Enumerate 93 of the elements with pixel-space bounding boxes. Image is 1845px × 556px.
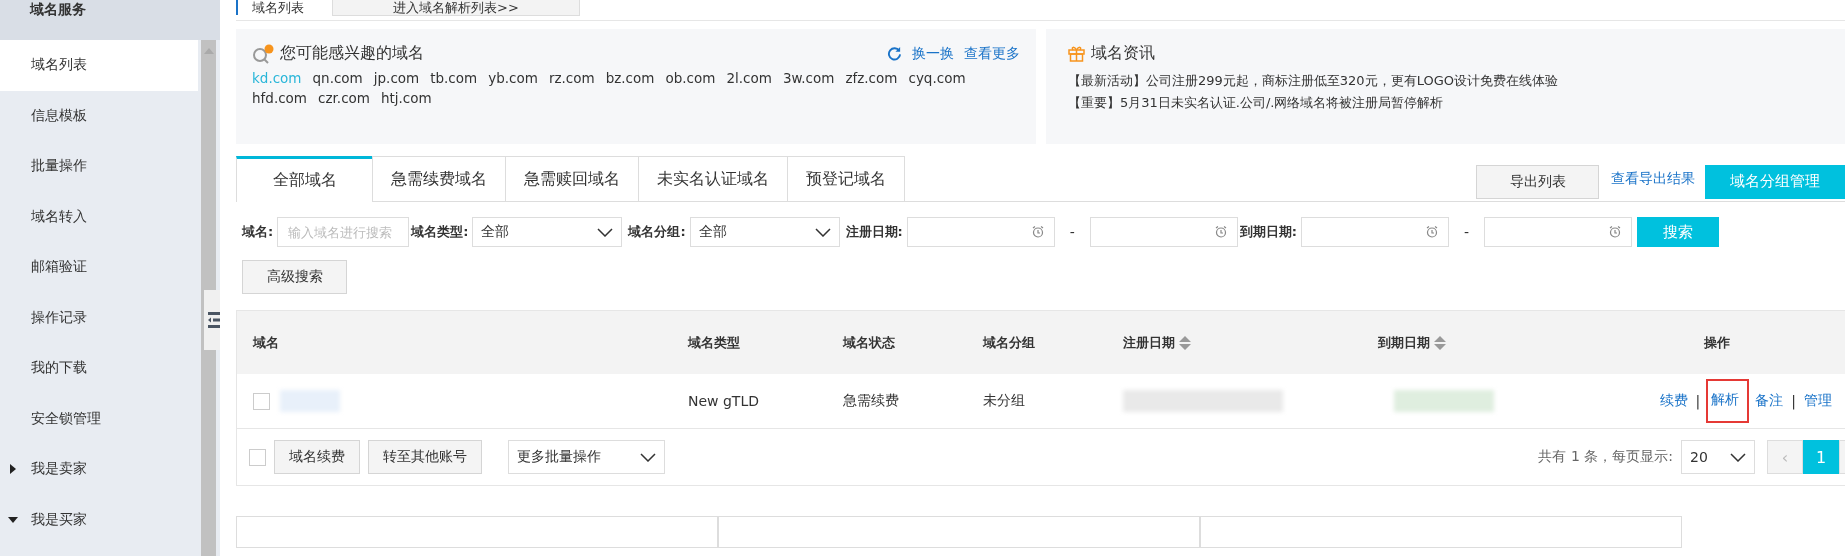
sidebar-item[interactable]: 操作记录 xyxy=(0,292,198,343)
domain-link[interactable]: 2l.com xyxy=(726,70,772,86)
action-separator: | xyxy=(1791,393,1796,409)
refresh-link[interactable]: 换一换 xyxy=(912,44,954,63)
news-item[interactable]: 【重要】5月31日未实名认证.公司/.网络域名将被注册局暂停解析 xyxy=(1068,92,1829,114)
sort-icon xyxy=(1179,334,1191,351)
tab[interactable]: 全部域名 xyxy=(236,156,373,202)
domain-link[interactable]: 3w.com xyxy=(782,70,835,86)
group-select[interactable]: 全部 xyxy=(689,217,840,247)
row-checkbox[interactable] xyxy=(253,392,270,410)
column-header[interactable]: 注册日期 xyxy=(1123,333,1191,352)
column-header: 域名状态 xyxy=(843,333,895,352)
batch-button[interactable]: 域名续费 xyxy=(274,440,360,474)
domain-link[interactable]: qn.com xyxy=(312,70,363,86)
domain-link[interactable]: bz.com xyxy=(605,70,655,86)
column-header: 域名分组 xyxy=(983,333,1035,352)
sidebar-item[interactable]: 批量操作 xyxy=(0,141,198,192)
page-tab[interactable]: 域名列表 xyxy=(236,0,318,15)
action-separator: | xyxy=(1695,393,1701,409)
action-link[interactable]: 管理 xyxy=(1804,392,1832,410)
sidebar-item[interactable]: 安全锁管理 xyxy=(0,393,198,444)
domain-link[interactable]: hfd.com xyxy=(252,90,307,106)
domain-link[interactable]: jp.com xyxy=(373,70,420,86)
column-header: 操作 xyxy=(1704,333,1730,352)
date-field[interactable] xyxy=(1089,217,1238,247)
news-item[interactable]: 【最新活动】公司注册299元起，商标注册低至320元，更有LOGO设计免费在线体验 xyxy=(1068,70,1829,92)
domain-link[interactable]: htj.com xyxy=(380,90,432,106)
table-cell: 未分组 xyxy=(983,392,1025,410)
filter-label: 域名类型: xyxy=(411,223,469,241)
sidebar-item[interactable]: 我的下载 xyxy=(0,343,198,394)
domain-link[interactable]: cyq.com xyxy=(908,70,966,86)
chevron-down-icon xyxy=(597,227,614,237)
action-link[interactable]: 备注 xyxy=(1755,392,1784,410)
sidebar-item[interactable]: 域名转入 xyxy=(0,191,198,242)
chevron-down-icon xyxy=(1730,452,1746,462)
scrollbar[interactable] xyxy=(201,40,216,556)
sidebar-group[interactable]: 我是卖家 xyxy=(0,444,198,495)
search-icon xyxy=(252,43,274,64)
domain-link[interactable]: zfz.com xyxy=(845,70,898,86)
more-link[interactable]: 查看更多 xyxy=(964,44,1020,63)
column-header: 域名 xyxy=(253,333,279,352)
sidebar-group[interactable]: 我是买家 xyxy=(0,494,198,545)
domain-link[interactable]: tb.com xyxy=(430,70,478,86)
tab[interactable]: 预登记域名 xyxy=(787,156,905,201)
refresh-icon[interactable] xyxy=(887,46,902,61)
sidebar-item[interactable]: 信息模板 xyxy=(0,90,198,141)
advanced-search-button[interactable]: 高级搜索 xyxy=(242,260,347,294)
domain-link[interactable]: czr.com xyxy=(318,90,370,106)
column-header[interactable]: 到期日期 xyxy=(1378,333,1446,352)
type-select[interactable]: 全部 xyxy=(472,217,623,247)
caret-right-icon xyxy=(8,464,18,475)
clock-icon xyxy=(1609,226,1621,238)
chevron-down-icon xyxy=(814,227,831,237)
batch-button[interactable]: 转至其他账号 xyxy=(368,440,482,474)
export-button[interactable]: 导出列表 xyxy=(1476,164,1599,199)
clock-icon xyxy=(1031,226,1044,238)
page-tab[interactable]: 进入域名解析列表>> xyxy=(332,0,580,16)
collapse-icon xyxy=(208,312,220,328)
date-field[interactable] xyxy=(906,217,1055,247)
action-link[interactable]: 续费 xyxy=(1659,392,1688,410)
batch-select[interactable]: 更多批量操作 xyxy=(508,440,665,474)
sidebar-item[interactable]: 域名列表 xyxy=(0,40,198,91)
filter-label: 域名: xyxy=(242,223,274,241)
sidebar-item[interactable]: 邮箱验证 xyxy=(0,242,198,293)
caret-down-icon xyxy=(8,514,18,525)
domain-link[interactable]: ob.com xyxy=(665,70,716,86)
page-size-select[interactable]: 20 xyxy=(1681,440,1755,474)
gift-icon xyxy=(1068,45,1085,62)
filter-label: 到期日期: xyxy=(1239,223,1297,241)
filter-label: 注册日期: xyxy=(845,223,903,241)
export-result-link[interactable]: 查看导出结果 xyxy=(1611,169,1695,188)
clock-icon xyxy=(1214,226,1227,238)
sort-icon xyxy=(1434,334,1446,351)
date-field[interactable] xyxy=(1301,217,1449,247)
range-separator: - xyxy=(1463,224,1471,240)
table-cell: New gTLD xyxy=(688,393,759,409)
panel-title: 域名资讯 xyxy=(1091,43,1155,64)
column-header: 域名类型 xyxy=(688,333,740,352)
date-field[interactable] xyxy=(1484,217,1632,247)
domain-link[interactable]: yb.com xyxy=(488,70,538,86)
table-cell: 急需续费 xyxy=(843,392,899,410)
filter-label: 域名分组: xyxy=(628,223,686,241)
panel-title: 您可能感兴趣的域名 xyxy=(280,43,424,64)
select-all-checkbox[interactable] xyxy=(249,448,266,466)
range-separator: - xyxy=(1068,224,1076,240)
domain-link[interactable]: rz.com xyxy=(548,70,595,86)
sidebar-title: 域名服务 xyxy=(30,0,86,18)
action-link[interactable]: 解析 xyxy=(1708,381,1748,421)
domain-search-field[interactable]: 输入域名进行搜索 xyxy=(277,217,410,247)
chevron-down-icon xyxy=(640,452,656,462)
total-count: 共有 1 条，每页显示: xyxy=(1538,448,1673,466)
collapse-handle[interactable] xyxy=(204,290,220,350)
clock-icon xyxy=(1426,226,1438,238)
